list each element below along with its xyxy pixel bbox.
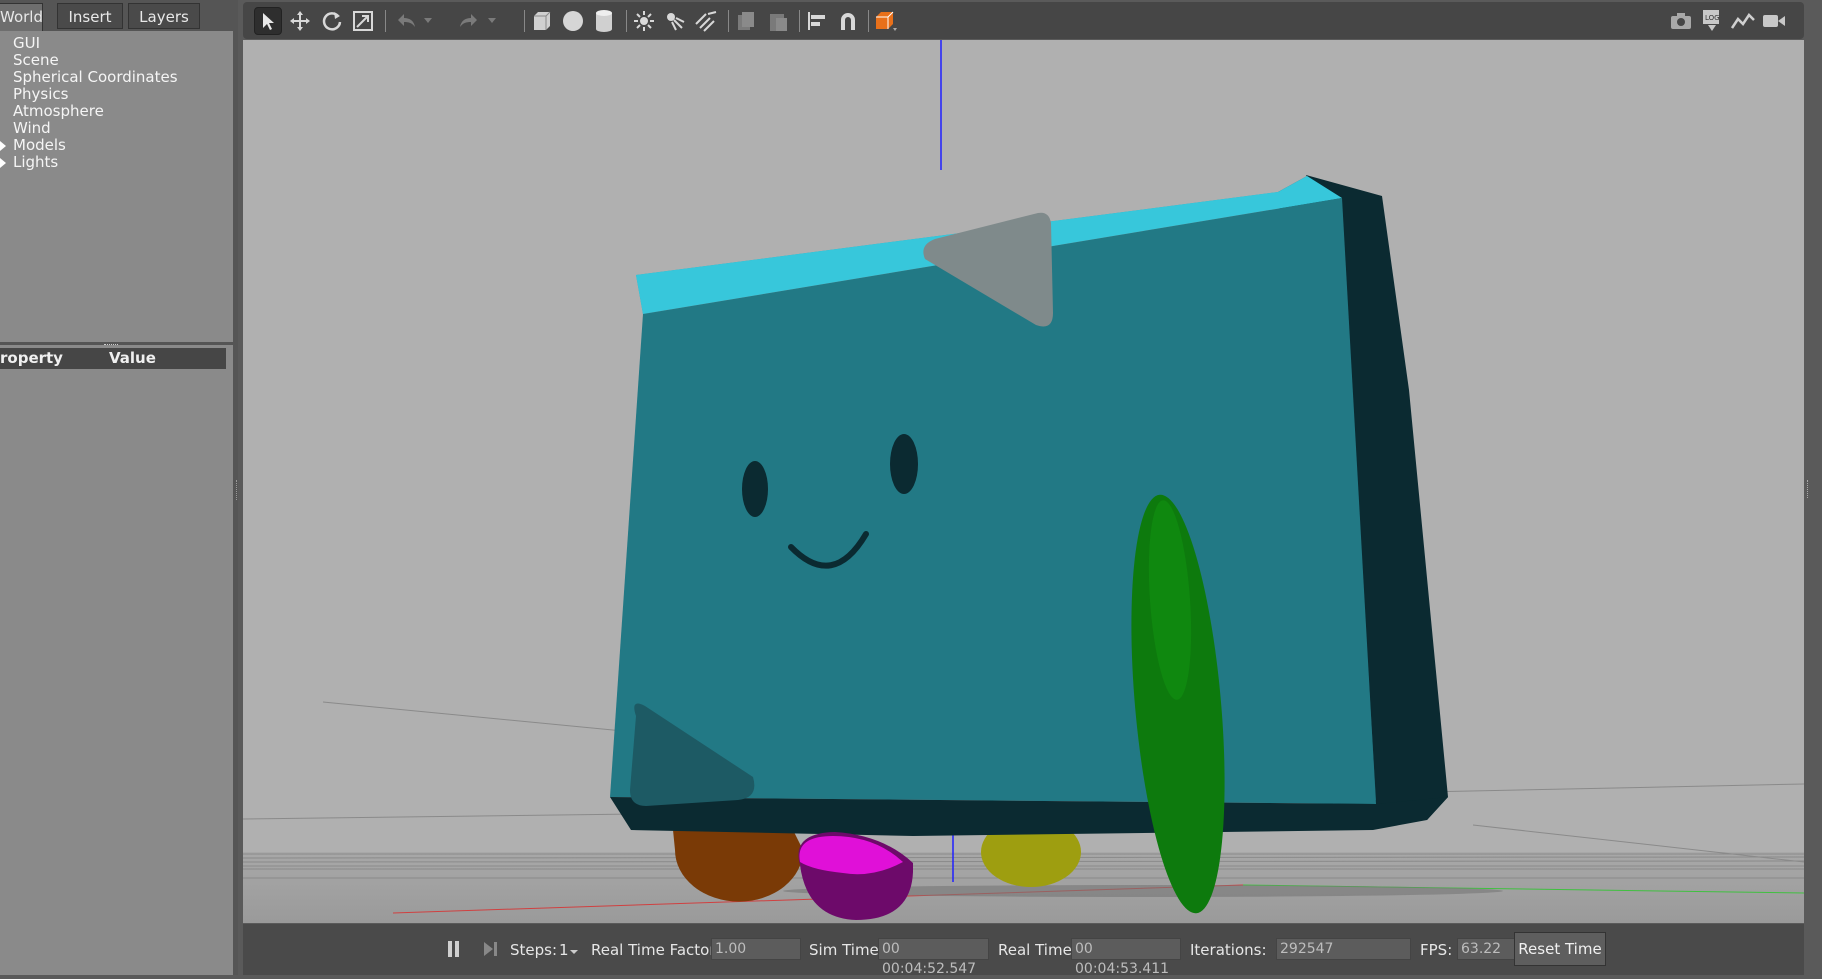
plot-icon[interactable] — [1729, 7, 1757, 35]
steps-label: Steps: — [510, 941, 558, 959]
tree-item-physics[interactable]: Physics — [13, 86, 68, 103]
iterations-label: Iterations: — [1190, 941, 1267, 959]
left-panel-resize-handle[interactable] — [236, 480, 239, 500]
rotate-icon[interactable] — [318, 7, 346, 35]
sphere-shape-icon[interactable] — [559, 7, 587, 35]
spot-light-icon[interactable] — [661, 7, 689, 35]
tree-item-wind[interactable]: Wind — [13, 120, 51, 137]
main-area: LOG Steps: 1 Real Time Factor: 1.00 Sim … — [242, 0, 1805, 977]
directional-light-icon[interactable] — [692, 7, 720, 35]
scale-icon[interactable] — [349, 7, 377, 35]
left-panel: World Insert Layers GUI Scene Spherical … — [0, 0, 238, 975]
real-time-factor-label: Real Time Factor: — [591, 941, 721, 959]
steps-dropdown-icon[interactable] — [570, 950, 578, 954]
tree-item-models[interactable]: Models — [13, 137, 66, 154]
tree-item-scene[interactable]: Scene — [13, 52, 59, 69]
world-tree: GUI Scene Spherical Coordinates Physics … — [0, 31, 233, 342]
simulation-status-bar: Steps: 1 Real Time Factor: 1.00 Sim Time… — [243, 924, 1804, 977]
steps-value[interactable]: 1 — [559, 941, 569, 959]
cylinder-shape-icon[interactable] — [590, 7, 618, 35]
real-time-label: Real Time: — [998, 941, 1077, 959]
redo-icon[interactable] — [455, 7, 483, 35]
align-icon[interactable] — [803, 7, 831, 35]
sim-time-label: Sim Time: — [809, 941, 884, 959]
property-table-header: roperty Value — [0, 348, 226, 369]
property-column-header[interactable]: roperty — [0, 348, 63, 369]
undo-icon[interactable] — [392, 7, 420, 35]
svg-text:LOG: LOG — [1705, 14, 1720, 22]
right-panel-resize-handle[interactable] — [1807, 480, 1810, 498]
tab-layers[interactable]: Layers — [128, 3, 200, 29]
pause-icon[interactable] — [446, 940, 462, 958]
step-forward-icon[interactable] — [483, 940, 499, 958]
tab-world[interactable]: World — [0, 3, 43, 31]
video-record-icon[interactable] — [1760, 7, 1788, 35]
real-time-field: 00 00:04:53.411 — [1071, 938, 1181, 977]
tree-item-atmosphere[interactable]: Atmosphere — [13, 103, 104, 120]
3d-viewport[interactable] — [242, 40, 1805, 923]
robot-right-eye — [890, 434, 918, 494]
redo-dropdown-icon[interactable] — [485, 7, 499, 35]
reset-time-button[interactable]: Reset Time — [1514, 932, 1606, 966]
real-time-factor-field: 1.00 — [711, 938, 801, 960]
scene-render — [242, 40, 1805, 923]
view-angle-icon[interactable] — [872, 7, 900, 35]
sim-time-field: 00 00:04:52.547 — [878, 938, 989, 977]
robot-left-eye — [742, 461, 768, 517]
fps-label: FPS: — [1420, 941, 1453, 959]
undo-dropdown-icon[interactable] — [421, 7, 435, 35]
copy-icon[interactable] — [732, 7, 760, 35]
toolbar: LOG — [243, 2, 1804, 39]
box-shape-icon[interactable] — [527, 7, 555, 35]
paste-icon[interactable] — [764, 7, 792, 35]
iterations-field: 292547 — [1276, 938, 1411, 960]
value-column-header[interactable]: Value — [109, 348, 156, 369]
tree-item-gui[interactable]: GUI — [13, 35, 40, 52]
tree-item-lights[interactable]: Lights — [13, 154, 58, 171]
expand-arrow-icon[interactable] — [0, 141, 6, 151]
screenshot-icon[interactable] — [1667, 7, 1695, 35]
panel-tabs: World Insert Layers — [0, 0, 238, 31]
tab-insert[interactable]: Insert — [57, 3, 123, 29]
point-light-icon[interactable] — [630, 7, 658, 35]
translate-icon[interactable] — [286, 7, 314, 35]
tree-item-spherical-coordinates[interactable]: Spherical Coordinates — [13, 69, 178, 86]
property-panel: roperty Value — [0, 345, 233, 975]
snap-icon[interactable] — [834, 7, 862, 35]
select-arrow-icon[interactable] — [254, 7, 282, 35]
expand-arrow-icon[interactable] — [0, 158, 6, 168]
log-icon[interactable]: LOG — [1698, 7, 1726, 35]
